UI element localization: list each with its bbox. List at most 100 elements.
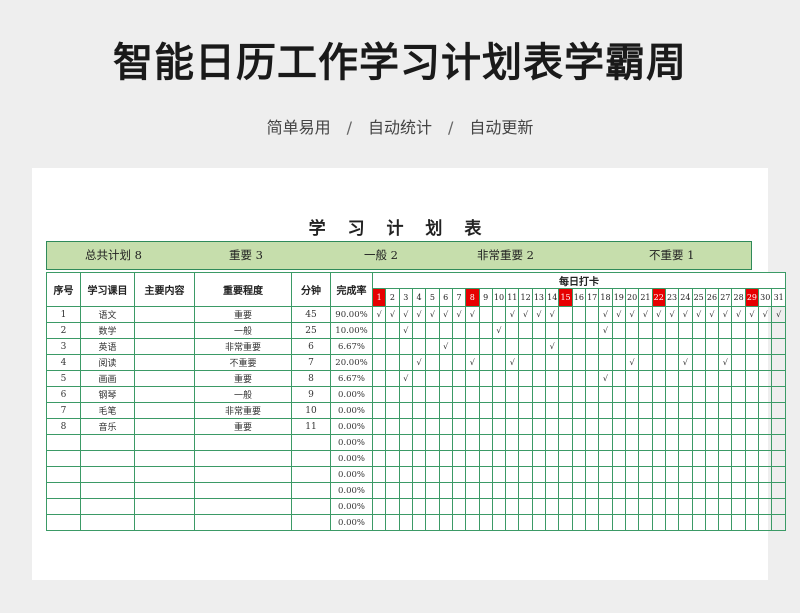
row-course[interactable]: 毛笔	[80, 402, 135, 419]
checkin-cell[interactable]	[505, 402, 520, 419]
checkin-cell[interactable]	[478, 434, 493, 451]
checkin-cell[interactable]	[704, 418, 720, 435]
checkin-cell[interactable]	[571, 370, 587, 387]
checkin-cell[interactable]	[545, 434, 560, 451]
checkin-cell[interactable]	[771, 370, 786, 387]
checkin-cell[interactable]	[438, 386, 453, 403]
checkin-cell[interactable]	[758, 482, 773, 499]
checkin-cell[interactable]	[638, 514, 653, 531]
checkin-cell[interactable]	[491, 482, 507, 499]
checkin-cell[interactable]	[478, 418, 493, 435]
row-course[interactable]: 音乐	[80, 418, 135, 435]
checkin-cell[interactable]	[531, 386, 547, 403]
row-course[interactable]: 钢琴	[80, 386, 135, 403]
row-index[interactable]: 4	[46, 354, 81, 371]
checkin-cell[interactable]	[758, 498, 773, 515]
checkin-cell[interactable]	[571, 386, 587, 403]
checkin-cell[interactable]	[371, 402, 387, 419]
row-rate[interactable]: 20.00%	[330, 354, 373, 371]
checkin-cell[interactable]	[611, 386, 626, 403]
checkin-cell[interactable]	[558, 338, 573, 355]
checkin-cell[interactable]	[465, 322, 480, 339]
checkin-cell[interactable]	[425, 322, 440, 339]
checkin-cell[interactable]	[771, 418, 786, 435]
checkin-cell[interactable]	[611, 354, 626, 371]
row-course[interactable]	[80, 482, 135, 499]
checkin-cell[interactable]	[518, 418, 533, 435]
checkin-cell[interactable]	[371, 482, 387, 499]
checkin-cell[interactable]: √	[758, 306, 773, 323]
checkin-cell[interactable]	[531, 498, 547, 515]
checkin-cell[interactable]	[518, 450, 533, 467]
checkin-cell[interactable]: √	[518, 306, 533, 323]
checkin-cell[interactable]	[678, 370, 693, 387]
checkin-cell[interactable]	[385, 418, 400, 435]
checkin-cell[interactable]	[398, 418, 413, 435]
row-level[interactable]: 重要	[194, 370, 292, 387]
checkin-cell[interactable]	[771, 354, 786, 371]
checkin-cell[interactable]	[505, 386, 520, 403]
checkin-cell[interactable]	[691, 338, 706, 355]
checkin-cell[interactable]	[584, 498, 600, 515]
checkin-cell[interactable]: √	[664, 306, 680, 323]
checkin-cell[interactable]	[584, 466, 600, 483]
checkin-cell[interactable]	[664, 498, 680, 515]
checkin-cell[interactable]	[664, 466, 680, 483]
checkin-cell[interactable]	[598, 418, 613, 435]
checkin-cell[interactable]	[425, 370, 440, 387]
checkin-cell[interactable]	[531, 434, 547, 451]
checkin-cell[interactable]	[531, 514, 547, 531]
row-rate[interactable]: 0.00%	[330, 514, 373, 531]
checkin-cell[interactable]	[451, 434, 467, 451]
checkin-cell[interactable]	[545, 482, 560, 499]
checkin-cell[interactable]	[411, 450, 427, 467]
checkin-cell[interactable]	[704, 354, 720, 371]
checkin-cell[interactable]	[624, 338, 640, 355]
checkin-cell[interactable]	[624, 498, 640, 515]
checkin-cell[interactable]	[638, 402, 653, 419]
checkin-cell[interactable]	[478, 466, 493, 483]
checkin-cell[interactable]	[651, 386, 666, 403]
checkin-cell[interactable]	[611, 322, 626, 339]
checkin-cell[interactable]: √	[398, 370, 413, 387]
checkin-cell[interactable]	[611, 338, 626, 355]
checkin-cell[interactable]	[451, 322, 467, 339]
checkin-cell[interactable]	[584, 434, 600, 451]
checkin-cell[interactable]	[718, 482, 733, 499]
checkin-cell[interactable]	[425, 466, 440, 483]
checkin-cell[interactable]	[438, 466, 453, 483]
checkin-cell[interactable]	[584, 482, 600, 499]
checkin-cell[interactable]	[531, 338, 547, 355]
checkin-cell[interactable]	[731, 450, 746, 467]
checkin-cell[interactable]	[651, 338, 666, 355]
checkin-cell[interactable]	[651, 498, 666, 515]
row-minutes[interactable]: 9	[291, 386, 331, 403]
row-rate[interactable]: 90.00%	[330, 306, 373, 323]
checkin-cell[interactable]	[371, 322, 387, 339]
checkin-cell[interactable]	[398, 466, 413, 483]
checkin-cell[interactable]	[425, 482, 440, 499]
row-index[interactable]: 6	[46, 386, 81, 403]
checkin-cell[interactable]	[744, 434, 760, 451]
checkin-cell[interactable]	[651, 466, 666, 483]
checkin-cell[interactable]	[505, 482, 520, 499]
checkin-cell[interactable]	[385, 466, 400, 483]
row-rate[interactable]: 0.00%	[330, 466, 373, 483]
checkin-cell[interactable]	[491, 450, 507, 467]
checkin-cell[interactable]	[758, 418, 773, 435]
checkin-cell[interactable]	[531, 418, 547, 435]
checkin-cell[interactable]	[558, 418, 573, 435]
checkin-cell[interactable]	[571, 338, 587, 355]
checkin-cell[interactable]	[704, 434, 720, 451]
checkin-cell[interactable]	[478, 514, 493, 531]
checkin-cell[interactable]	[624, 514, 640, 531]
checkin-cell[interactable]	[624, 482, 640, 499]
checkin-cell[interactable]	[491, 466, 507, 483]
row-course[interactable]	[80, 450, 135, 467]
checkin-cell[interactable]	[771, 402, 786, 419]
checkin-cell[interactable]	[678, 466, 693, 483]
checkin-cell[interactable]	[371, 498, 387, 515]
checkin-cell[interactable]	[731, 434, 746, 451]
checkin-cell[interactable]	[598, 402, 613, 419]
checkin-cell[interactable]	[664, 450, 680, 467]
